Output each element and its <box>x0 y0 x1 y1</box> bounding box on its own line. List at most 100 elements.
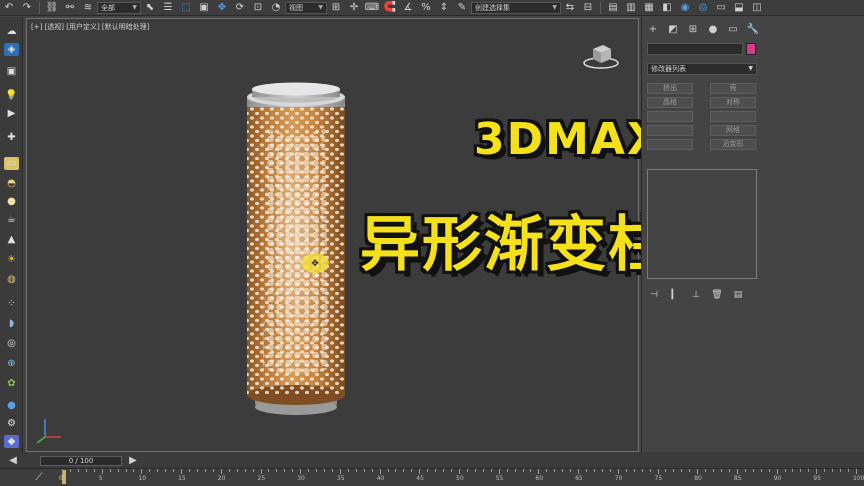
motion-tab-icon[interactable]: ● <box>706 23 720 36</box>
configure-sets-icon[interactable]: ▤ <box>731 289 745 301</box>
render-setup-icon[interactable]: ◎ <box>695 1 711 15</box>
selection-filter-dropdown[interactable]: 全部 ▼ <box>97 1 141 14</box>
undo-icon[interactable]: ↶ <box>1 1 17 15</box>
next-key-icon[interactable]: ▶ <box>125 454 141 468</box>
modify-tab-icon[interactable]: ◩ <box>666 23 680 36</box>
light-bulb-icon[interactable]: 💡 <box>4 89 19 102</box>
create-shape-icon[interactable]: ◈ <box>4 43 19 56</box>
helper-icon[interactable]: ✚ <box>4 131 19 144</box>
dome-icon[interactable]: ◓ <box>4 177 19 190</box>
scale-icon[interactable]: ⊡ <box>250 1 266 15</box>
toolbar-separator <box>600 1 601 14</box>
track-minor-tick <box>324 469 326 472</box>
mirror-icon[interactable]: ⇆ <box>562 1 578 15</box>
render-iterative-icon[interactable]: ◫ <box>749 1 765 15</box>
sphere-icon[interactable]: ● <box>4 195 19 208</box>
curve-editor-icon[interactable]: ▦ <box>641 1 657 15</box>
script-icon[interactable]: ◆ <box>4 435 19 448</box>
create-tab-icon[interactable]: + <box>646 23 660 36</box>
pivot-center-icon[interactable]: ⊞ <box>328 1 344 15</box>
angle-snap-icon[interactable]: ∡ <box>400 1 416 15</box>
prev-key-icon[interactable]: ◀ <box>5 454 21 468</box>
rect-selection-icon[interactable]: ⬚ <box>178 1 194 15</box>
cloud-icon[interactable]: ☁ <box>4 25 19 38</box>
container-icon[interactable]: ▣ <box>4 65 19 78</box>
spinner-snap-icon[interactable]: ⇕ <box>436 1 452 15</box>
modifier-button-path-deform[interactable]: 沿变形 <box>710 139 756 150</box>
pin-stack-icon[interactable]: ⊣ <box>647 289 661 301</box>
modifier-button-7[interactable] <box>647 125 693 136</box>
edit-named-selection-icon[interactable]: ✎ <box>454 1 470 15</box>
track-minor-tick <box>228 469 230 472</box>
move-icon[interactable]: ✥ <box>214 1 230 15</box>
align-icon[interactable]: ⊟ <box>580 1 596 15</box>
plant-icon[interactable]: ✿ <box>4 377 19 390</box>
schematic-view-icon[interactable]: ◧ <box>659 1 675 15</box>
show-end-result-icon[interactable]: ▎ <box>668 289 682 301</box>
sun-icon[interactable]: ☀ <box>4 253 19 266</box>
material-editor-icon[interactable]: ◉ <box>677 1 693 15</box>
link-icon[interactable]: ⛓ <box>44 1 60 15</box>
track-tick <box>816 469 818 474</box>
camera-icon[interactable]: ▶ <box>4 107 19 120</box>
remove-modifier-icon[interactable]: 🗑 <box>710 289 724 301</box>
modifier-button-symmetry[interactable]: 对称 <box>710 97 756 108</box>
track-tick-label: 95 <box>813 475 821 482</box>
keyboard-shortcut-icon[interactable]: ⌨ <box>364 1 380 15</box>
viewcube[interactable] <box>583 41 619 71</box>
window-crossing-icon[interactable]: ▣ <box>196 1 212 15</box>
track-minor-tick <box>601 469 603 472</box>
select-manipulate-icon[interactable]: ✛ <box>346 1 362 15</box>
modifier-list-dropdown[interactable]: 修改器列表 ▼ <box>647 63 757 75</box>
place-icon[interactable]: ◔ <box>268 1 284 15</box>
box-icon[interactable]: ▭ <box>4 157 19 170</box>
track-minor-tick <box>514 469 516 472</box>
utilities-tab-icon[interactable]: 🔧 <box>746 23 760 36</box>
object-color-swatch[interactable] <box>746 43 756 55</box>
track-minor-tick <box>705 469 707 472</box>
track-minor-tick <box>355 469 357 472</box>
sphere-grid-icon[interactable]: ◎ <box>4 337 19 350</box>
modifier-button-6[interactable] <box>710 111 756 122</box>
modifier-button-mesh[interactable]: 网格 <box>710 125 756 136</box>
modifier-button-shell[interactable]: 壳 <box>710 83 756 94</box>
wave-icon[interactable]: ◗ <box>4 317 19 330</box>
ribbon-icon[interactable]: ▥ <box>623 1 639 15</box>
select-object-icon[interactable]: ⬉ <box>142 1 158 15</box>
globe-icon[interactable]: ⊕ <box>4 357 19 370</box>
object-name-field[interactable] <box>647 43 743 55</box>
hierarchy-tab-icon[interactable]: ⊞ <box>686 23 700 36</box>
settings-icon[interactable]: ⚙ <box>4 417 19 430</box>
unlink-icon[interactable]: ⚯ <box>62 1 78 15</box>
display-tab-icon[interactable]: ▭ <box>726 23 740 36</box>
select-by-name-icon[interactable]: ☰ <box>160 1 176 15</box>
track-minor-tick <box>792 469 794 472</box>
make-unique-icon[interactable]: ⊥ <box>689 289 703 301</box>
teapot-icon[interactable]: ☕ <box>4 213 19 226</box>
snap-3d-icon[interactable]: 🧲 <box>382 1 398 15</box>
torus-icon[interactable]: ◍ <box>4 273 19 286</box>
percent-snap-icon[interactable]: % <box>418 1 434 15</box>
bind-spacewarp-icon[interactable]: ≋ <box>80 1 96 15</box>
redo-icon[interactable]: ↷ <box>19 1 35 15</box>
mini-curve-editor-icon[interactable]: ⟋ <box>31 471 47 485</box>
cone-icon[interactable]: ▲ <box>4 233 19 246</box>
reference-coord-dropdown[interactable]: 视图 ▼ <box>285 1 327 14</box>
modifier-button-9[interactable] <box>647 139 693 150</box>
rendered-frame-icon[interactable]: ▭ <box>713 1 729 15</box>
track-bar[interactable]: ⟋ 0 5 10 15 20 25 30 35 40 45 50 55 60 65 70 75 80 85 90 95… <box>0 468 864 486</box>
time-slider[interactable]: 0 / 100 <box>40 456 122 466</box>
particles-icon[interactable]: ⁘ <box>4 297 19 310</box>
command-panel-tabs: + ◩ ⊞ ● ▭ 🔧 <box>642 23 772 37</box>
world-icon[interactable]: ● <box>4 399 19 412</box>
render-production-icon[interactable]: ⬓ <box>731 1 747 15</box>
modifier-button-5[interactable] <box>647 111 693 122</box>
named-selection-dropdown[interactable]: 创建选择集 ▼ <box>471 1 561 14</box>
viewport-label[interactable]: [+] [透视] [用户定义] [默认明暗处理] <box>31 22 149 32</box>
rotate-icon[interactable]: ⟳ <box>232 1 248 15</box>
modifier-button-extrude[interactable]: 挤出 <box>647 83 693 94</box>
layer-explorer-icon[interactable]: ▤ <box>605 1 621 15</box>
modifier-stack[interactable] <box>647 169 757 279</box>
modifier-button-lattice[interactable]: 晶格 <box>647 97 693 108</box>
perforated-cylinder-model[interactable]: ✥ <box>239 79 351 415</box>
